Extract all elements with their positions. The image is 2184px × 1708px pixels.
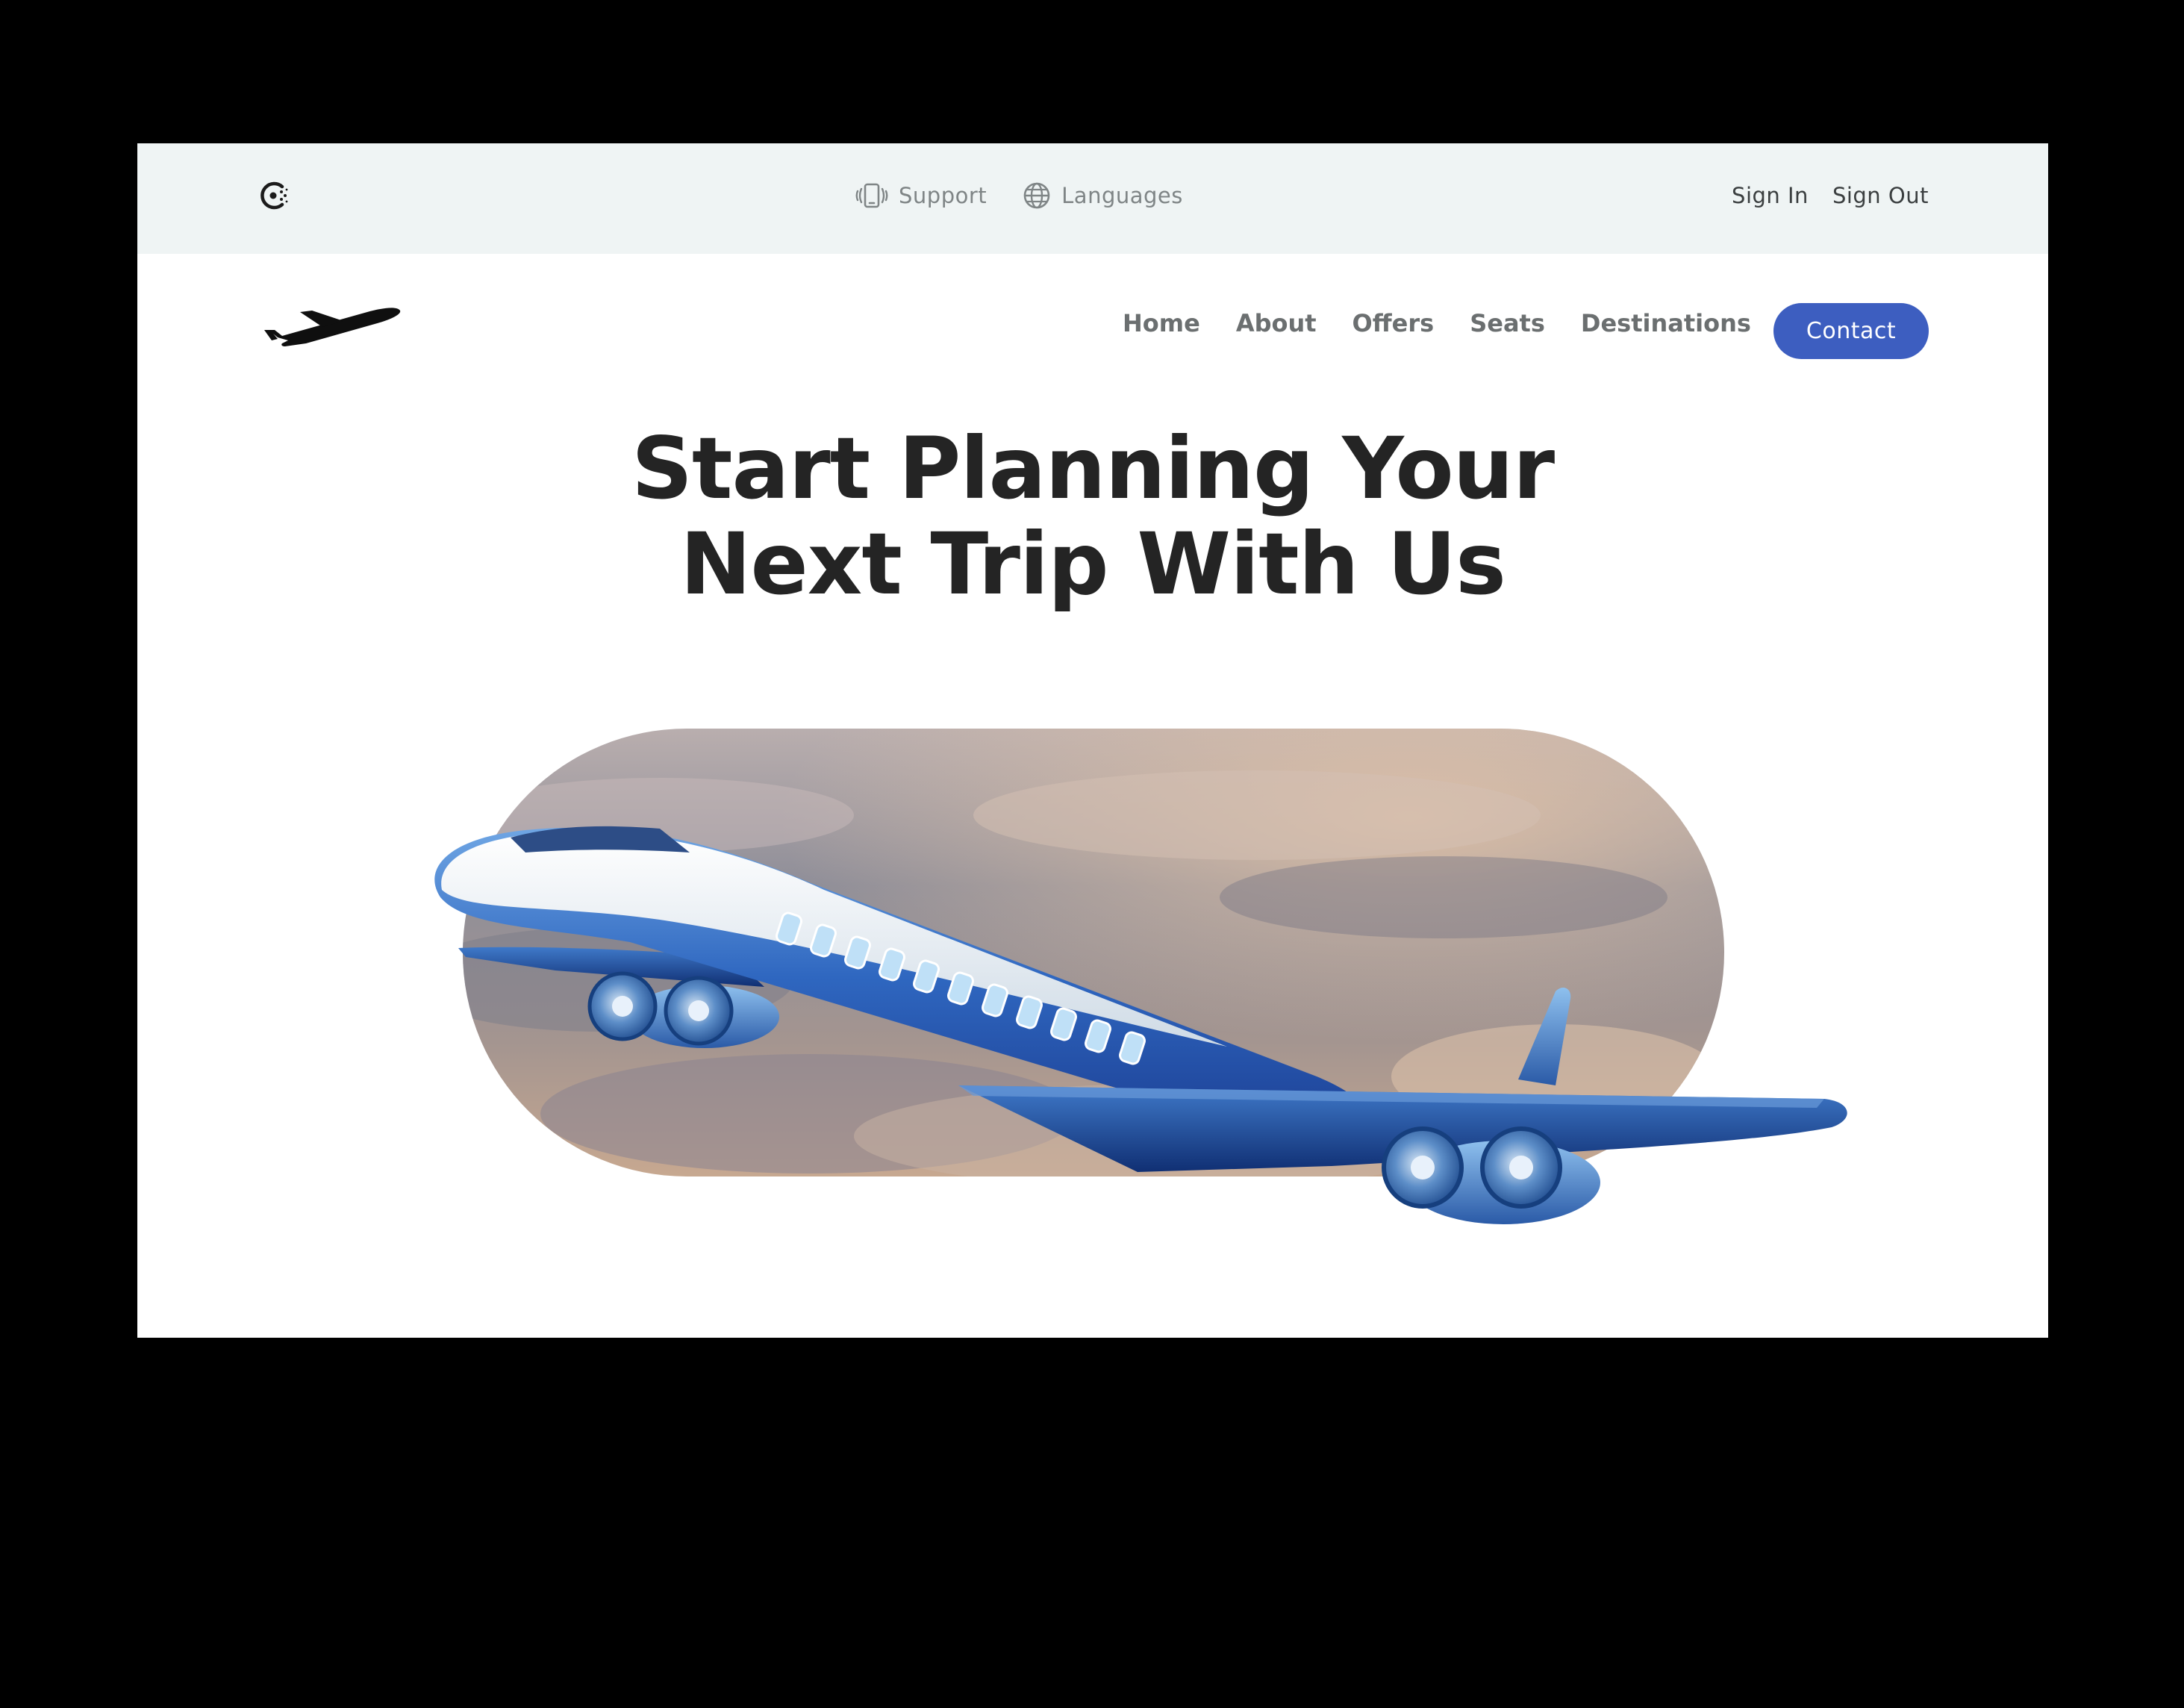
- utility-links: Support Languages: [855, 178, 1183, 214]
- nav-seats[interactable]: Seats: [1470, 309, 1545, 337]
- languages-label: Languages: [1061, 183, 1183, 208]
- nav-destinations[interactable]: Destinations: [1581, 309, 1751, 337]
- hero-title-line-2: Next Trip With Us: [680, 514, 1506, 614]
- phone-vibrate-icon: [855, 183, 888, 208]
- auth-links: Sign In Sign Out: [1732, 178, 1929, 214]
- sign-in-link[interactable]: Sign In: [1732, 183, 1809, 208]
- nav-about[interactable]: About: [1236, 309, 1317, 337]
- globe-icon: [1023, 182, 1050, 209]
- support-label: Support: [899, 183, 988, 208]
- support-link[interactable]: Support: [855, 182, 987, 209]
- sign-out-link[interactable]: Sign Out: [1832, 183, 1929, 208]
- nav-offers[interactable]: Offers: [1352, 309, 1435, 337]
- utility-bar: Support Languages Sign In Sign Out: [137, 143, 2048, 254]
- nav-home[interactable]: Home: [1123, 309, 1200, 337]
- airplane-logo-icon[interactable]: [263, 297, 406, 351]
- airplane-over-clouds-illustration: [434, 729, 1847, 1224]
- contact-button[interactable]: Contact: [1773, 303, 1929, 359]
- hero-title-line-1: Start Planning Your: [631, 419, 1555, 518]
- landing-page: Support Languages Sign In Sign Out Home …: [137, 143, 2048, 1338]
- main-navigation: Home About Offers Seats Destinations: [1123, 305, 1751, 342]
- hero-title: Start Planning Your Next Trip With Us: [137, 421, 2048, 612]
- circle-dot-logo-icon[interactable]: [257, 178, 293, 214]
- languages-link[interactable]: Languages: [1023, 181, 1183, 210]
